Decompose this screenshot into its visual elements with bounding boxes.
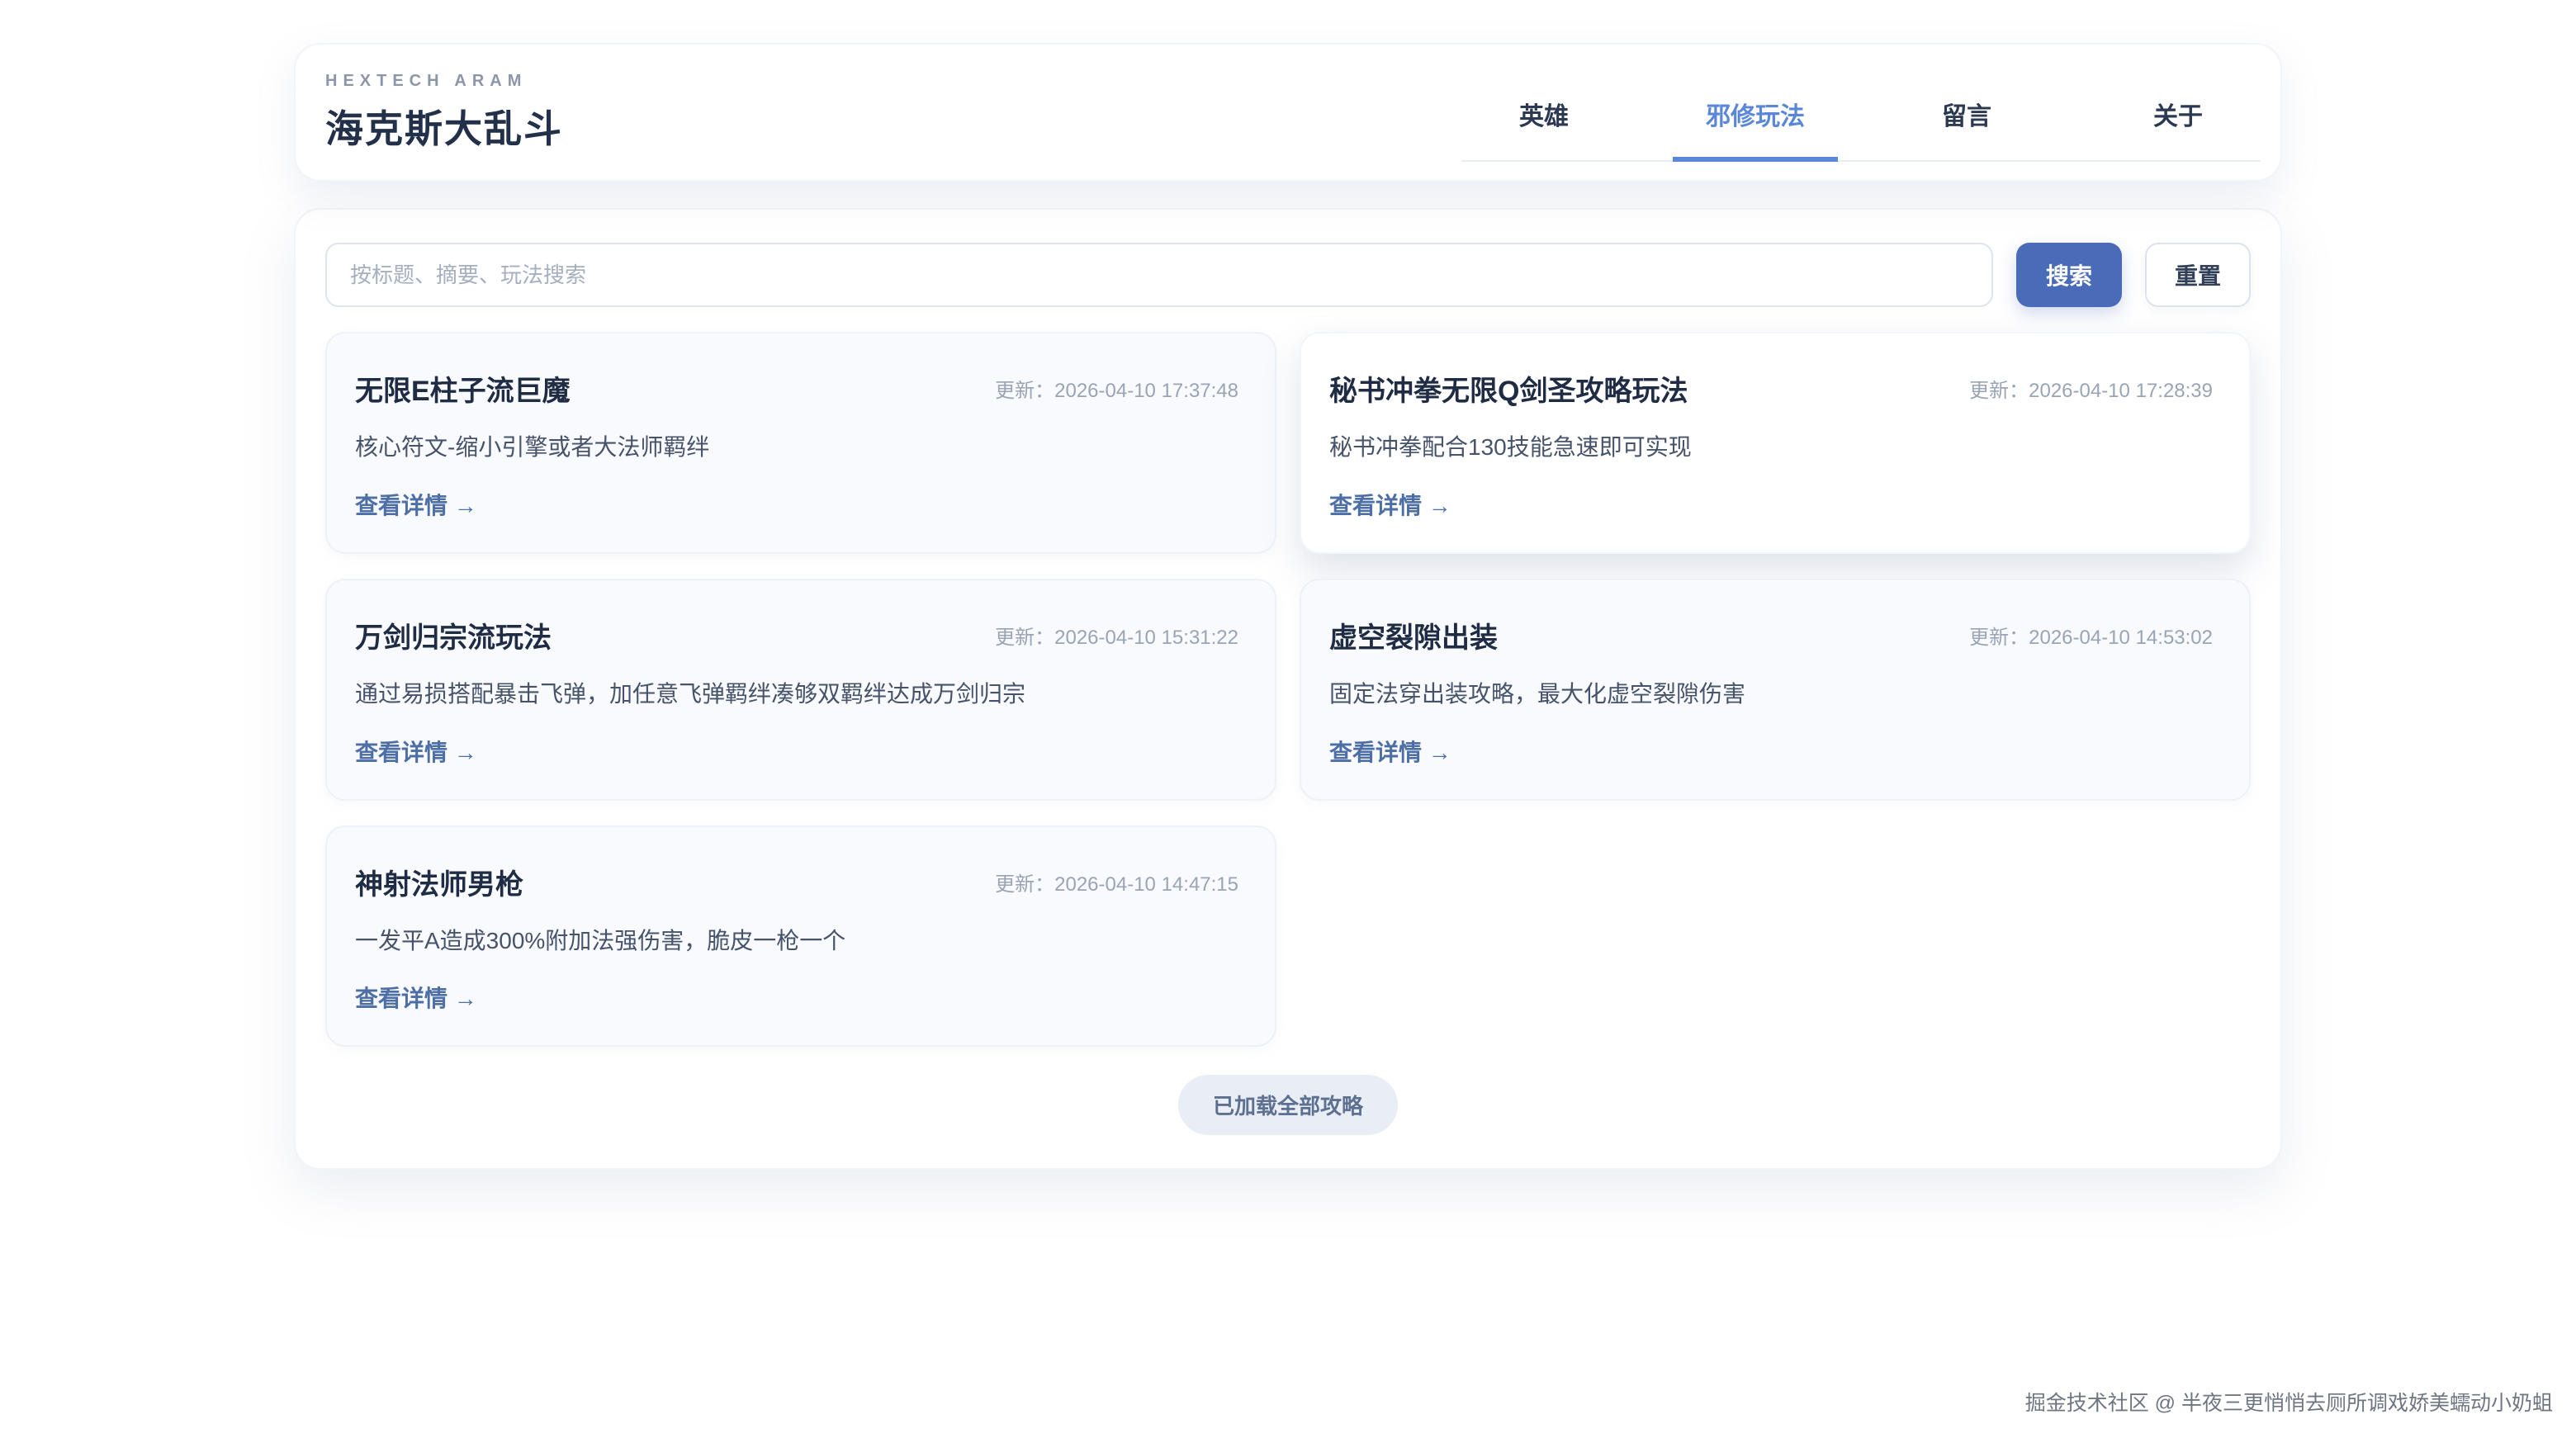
end-of-list-row: 已加载全部攻略 <box>325 1075 2251 1135</box>
guide-updated-time: 2026-04-10 14:47:15 <box>1054 873 1238 896</box>
guide-title: 万剑归宗流玩法 <box>355 615 552 655</box>
page: HEXTECH ARAM 海克斯大乱斗 英雄 邪修玩法 留言 关于 搜索 重置 … <box>0 0 2576 1438</box>
guide-detail-link[interactable]: 查看详情 → <box>355 735 477 768</box>
brand: HEXTECH ARAM 海克斯大乱斗 <box>325 72 563 154</box>
guide-updated: 更新：2026-04-10 17:28:39 <box>1969 374 2213 403</box>
guide-detail-link[interactable]: 查看详情 → <box>355 981 477 1014</box>
watermark: 掘金技术社区 @ 半夜三更悄悄去厕所调戏娇美蠕动小奶蛆 <box>2025 1387 2553 1417</box>
app-header: HEXTECH ARAM 海克斯大乱斗 英雄 邪修玩法 留言 关于 <box>294 43 2282 182</box>
guide-updated-time: 2026-04-10 15:31:22 <box>1054 627 1238 649</box>
guide-summary: 固定法穿出装攻略，最大化虚空裂隙伤害 <box>1329 679 2213 710</box>
search-bar: 搜索 重置 <box>325 243 2251 307</box>
guide-updated: 更新：2026-04-10 17:37:48 <box>995 374 1238 403</box>
guide-title: 无限E柱子流巨魔 <box>355 368 571 409</box>
guide-summary: 秘书冲拳配合130技能急速即可实现 <box>1329 432 2213 463</box>
guide-title: 秘书冲拳无限Q剑圣攻略玩法 <box>1329 368 1688 409</box>
guide-summary: 一发平A造成300%附加法强伤害，脆皮一枪一个 <box>355 925 1238 957</box>
search-input[interactable] <box>325 243 1993 307</box>
nav-tab-about[interactable]: 关于 <box>2095 74 2261 162</box>
guide-card: 神射法师男枪 更新：2026-04-10 14:47:15 一发平A造成300%… <box>325 825 1276 1048</box>
guide-updated-label: 更新： <box>995 873 1054 896</box>
guide-card-header: 万剑归宗流玩法 更新：2026-04-10 15:31:22 <box>355 615 1238 655</box>
guide-updated: 更新：2026-04-10 15:31:22 <box>995 621 1238 650</box>
main-panel: 搜索 重置 无限E柱子流巨魔 更新：2026-04-10 17:37:48 核心… <box>294 208 2282 1170</box>
guide-card: 虚空裂隙出装 更新：2026-04-10 14:53:02 固定法穿出装攻略，最… <box>1300 579 2251 801</box>
guide-updated: 更新：2026-04-10 14:47:15 <box>995 868 1238 896</box>
guide-card: 万剑归宗流玩法 更新：2026-04-10 15:31:22 通过易损搭配暴击飞… <box>325 579 1276 801</box>
guide-summary: 通过易损搭配暴击飞弹，加任意飞弹羁绊凑够双羁绊达成万剑归宗 <box>355 679 1238 710</box>
nav-tab-heroes[interactable]: 英雄 <box>1461 74 1627 162</box>
brand-eyebrow: HEXTECH ARAM <box>325 72 563 91</box>
guide-updated-label: 更新： <box>995 380 1054 402</box>
guide-card-header: 神射法师男枪 更新：2026-04-10 14:47:15 <box>355 862 1238 902</box>
guide-detail-link[interactable]: 查看详情 → <box>355 488 477 521</box>
guide-updated-label: 更新： <box>1969 380 2029 402</box>
guide-card: 无限E柱子流巨魔 更新：2026-04-10 17:37:48 核心符文-缩小引… <box>325 332 1276 554</box>
guide-card-header: 虚空裂隙出装 更新：2026-04-10 14:53:02 <box>1329 615 2213 655</box>
content-shell: HEXTECH ARAM 海克斯大乱斗 英雄 邪修玩法 留言 关于 搜索 重置 … <box>294 0 2282 1170</box>
guide-updated: 更新：2026-04-10 14:53:02 <box>1969 621 2213 650</box>
guide-detail-link[interactable]: 查看详情 → <box>1329 735 1451 768</box>
guide-updated-label: 更新： <box>995 627 1054 649</box>
guide-card-header: 秘书冲拳无限Q剑圣攻略玩法 更新：2026-04-10 17:28:39 <box>1329 368 2213 409</box>
nav-tab-off-meta[interactable]: 邪修玩法 <box>1673 74 1838 162</box>
guide-detail-link[interactable]: 查看详情 → <box>1329 488 1451 521</box>
guide-updated-time: 2026-04-10 14:53:02 <box>2029 627 2213 649</box>
search-button[interactable]: 搜索 <box>2016 243 2122 307</box>
main-nav: 英雄 邪修玩法 留言 关于 <box>1461 74 2261 162</box>
guide-title: 神射法师男枪 <box>355 862 523 902</box>
nav-tab-messages[interactable]: 留言 <box>1884 74 2049 162</box>
guides-grid: 无限E柱子流巨魔 更新：2026-04-10 17:37:48 核心符文-缩小引… <box>325 332 2251 1047</box>
guide-summary: 核心符文-缩小引擎或者大法师羁绊 <box>355 432 1238 463</box>
end-of-list-badge: 已加载全部攻略 <box>1178 1075 1398 1135</box>
guide-title: 虚空裂隙出装 <box>1329 615 1498 655</box>
guide-updated-time: 2026-04-10 17:28:39 <box>2029 380 2213 402</box>
guide-updated-time: 2026-04-10 17:37:48 <box>1054 380 1238 402</box>
guide-updated-label: 更新： <box>1969 627 2029 649</box>
page-title: 海克斯大乱斗 <box>325 99 563 154</box>
reset-button[interactable]: 重置 <box>2145 243 2251 307</box>
guide-card: 秘书冲拳无限Q剑圣攻略玩法 更新：2026-04-10 17:28:39 秘书冲… <box>1300 332 2251 554</box>
guide-card-header: 无限E柱子流巨魔 更新：2026-04-10 17:37:48 <box>355 368 1238 409</box>
